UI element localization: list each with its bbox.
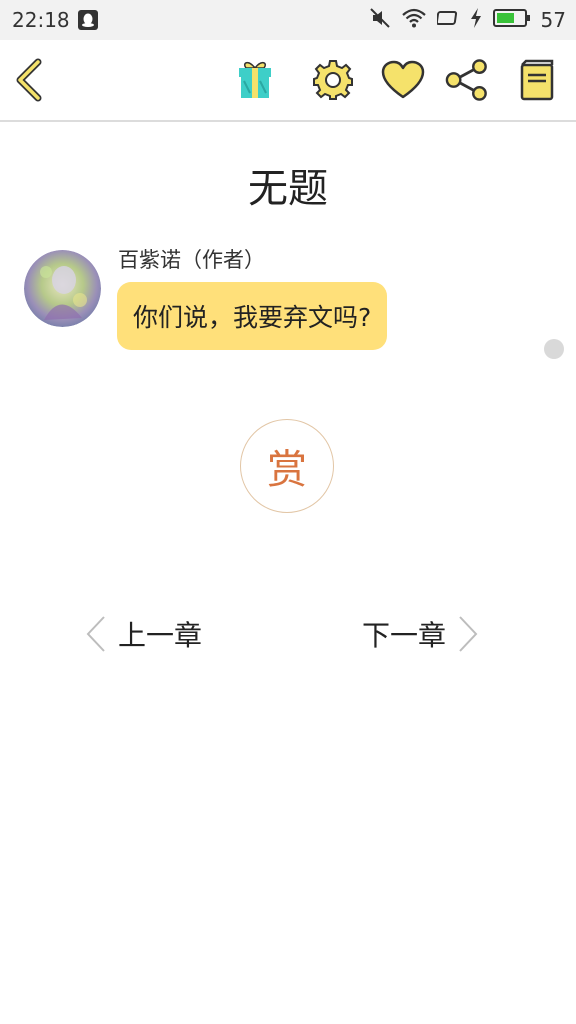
author-avatar[interactable]	[24, 250, 101, 327]
status-right: 57	[369, 0, 566, 40]
next-chapter-label: 下一章	[362, 619, 447, 652]
gift-button[interactable]	[233, 58, 277, 102]
prev-chapter-button[interactable]: 上一章	[84, 612, 202, 656]
next-chapter-button[interactable]: 下一章	[362, 612, 480, 656]
battery-percent: 57	[540, 8, 566, 32]
status-bar: 22:18 57	[0, 0, 576, 40]
heart-icon	[381, 60, 425, 99]
reward-label: 赏	[267, 447, 307, 493]
message-text: 你们说，我要弃文吗?	[133, 303, 372, 332]
qq-notification-icon	[78, 10, 98, 30]
reward-button[interactable]: 赏	[240, 419, 334, 513]
gear-icon	[313, 60, 353, 100]
wifi-icon	[401, 7, 427, 33]
charging-icon	[469, 7, 483, 33]
status-time: 22:18	[12, 8, 70, 32]
gift-icon	[239, 61, 271, 98]
reader-toolbar	[0, 40, 576, 122]
prev-chapter-label: 上一章	[118, 619, 203, 652]
reader-screen: 22:18 57 无题 百紫诺（作者） 你们说，我要弃文吗? 赏 上一章 下一章	[0, 0, 576, 1024]
book-icon	[520, 59, 554, 101]
screen-rotate-icon	[435, 7, 459, 33]
favorite-button[interactable]	[381, 58, 425, 102]
settings-button[interactable]	[311, 58, 355, 102]
chapter-title: 无题	[248, 166, 328, 212]
mute-icon	[369, 7, 391, 33]
author-name: 百紫诺（作者）	[118, 248, 265, 272]
chevron-right-icon	[459, 616, 478, 652]
share-button[interactable]	[445, 58, 489, 102]
battery-icon	[492, 8, 531, 32]
share-icon	[445, 59, 487, 101]
catalog-button[interactable]	[515, 58, 559, 102]
scroll-indicator[interactable]	[544, 339, 564, 359]
back-button[interactable]	[8, 58, 52, 102]
back-chevron-icon	[16, 58, 42, 102]
message-bubble: 你们说，我要弃文吗?	[117, 282, 388, 350]
chevron-left-icon	[86, 616, 105, 652]
